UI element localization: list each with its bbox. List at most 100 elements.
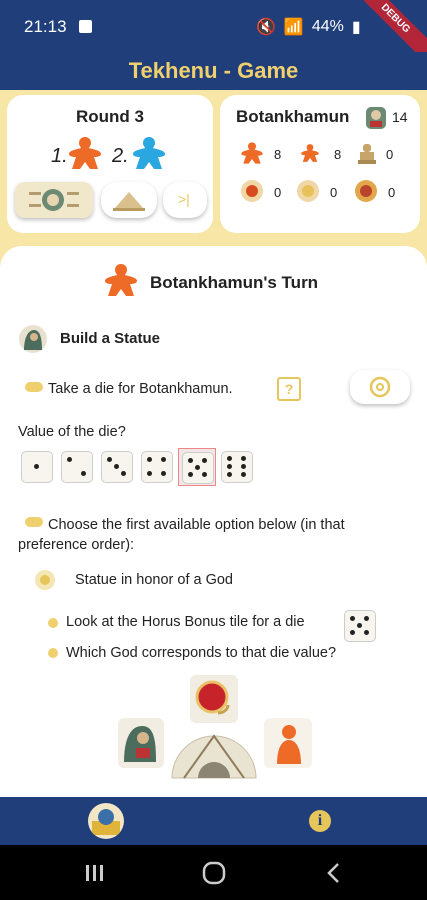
red-token-icon — [241, 180, 263, 202]
second-player-meeple-icon — [133, 137, 165, 169]
pip — [147, 471, 152, 476]
pip — [227, 456, 232, 461]
die-face-icon — [221, 451, 253, 483]
pip — [202, 458, 207, 463]
bottom-nav: i — [0, 797, 427, 845]
pip — [227, 464, 232, 469]
pip — [34, 464, 39, 469]
horus-text: Look at the Horus Bonus tile for a die — [66, 614, 305, 630]
stat-lion-tokens: 0 — [388, 185, 396, 200]
pip — [161, 457, 166, 462]
die-face-icon — [21, 451, 53, 483]
mute-icon: 🔇 — [256, 19, 276, 36]
stat-statues: 0 — [386, 147, 394, 162]
stat-small-meeples: 8 — [334, 147, 342, 162]
orange-statue-icon — [264, 718, 312, 768]
die-option-5[interactable] — [178, 448, 216, 486]
recent-apps-icon[interactable] — [84, 863, 106, 883]
player-avatar-icon — [92, 809, 120, 835]
die-option-2[interactable] — [58, 448, 96, 486]
small-orange-meeple-icon — [301, 144, 319, 162]
die-face-icon — [61, 451, 93, 483]
pip — [114, 464, 119, 469]
status-icons: 🔇 📶 44% ▮ — [256, 17, 361, 37]
die-option-6[interactable] — [218, 448, 256, 486]
lion-token-icon — [355, 180, 377, 202]
horus-bonus-fan-icon — [171, 734, 257, 779]
stat-meeples: 8 — [274, 147, 282, 162]
app-bar: Tekhenu - Game — [0, 52, 427, 90]
battery-text: 44% — [311, 18, 344, 35]
rank-second: 2. — [112, 145, 129, 167]
pip — [107, 457, 112, 462]
pip — [241, 456, 246, 461]
pip — [241, 472, 246, 477]
pip — [161, 471, 166, 476]
pip — [67, 457, 72, 462]
info-button[interactable]: i — [309, 810, 331, 832]
stat-red-tokens: 0 — [274, 185, 282, 200]
bullet-dot-icon — [48, 648, 58, 658]
pip — [202, 472, 207, 477]
option-radio[interactable] — [35, 570, 55, 590]
action-title: Build a Statue — [60, 330, 161, 347]
refresh-icon — [369, 376, 391, 398]
skip-to-end-button[interactable]: >| — [163, 182, 207, 218]
die-face-icon — [101, 451, 133, 483]
bot-meeple-icon — [105, 264, 137, 296]
player-avatar-button[interactable] — [88, 803, 124, 839]
die-face-icon — [182, 452, 214, 484]
system-nav-bar — [0, 845, 427, 900]
take-die-text: Take a die for Botankhamun. — [48, 381, 233, 397]
horus-die-icon — [344, 610, 376, 642]
turn-title: Botankhamun's Turn — [150, 273, 319, 292]
round-title: Round 3 — [76, 107, 144, 126]
help-icon[interactable]: ? — [277, 377, 301, 401]
skip-end-icon: >| — [178, 191, 190, 207]
pip — [188, 472, 193, 477]
gallery-icon — [79, 20, 92, 33]
bot-card: Botankhamun 14 8 8 0 0 0 0 — [220, 95, 420, 233]
bot-avatar-icon — [366, 107, 386, 129]
pip — [121, 471, 126, 476]
rank-first: 1. — [51, 145, 68, 167]
pip — [188, 458, 193, 463]
choose-text: Choose the first available option below … — [18, 517, 345, 553]
back-icon[interactable] — [326, 862, 342, 884]
sun-token-icon — [297, 180, 319, 202]
status-bar: 21:13 🔇 📶 44% ▮ DEBUG — [0, 0, 427, 68]
wifi-icon: 📶 — [283, 19, 304, 36]
die-option-3[interactable] — [98, 448, 136, 486]
die-face-icon — [141, 451, 173, 483]
clock: 21:13 — [24, 17, 67, 36]
god-text: Which God corresponds to that die value? — [66, 645, 337, 661]
first-player-meeple-icon — [69, 137, 101, 169]
pip — [195, 465, 200, 470]
scarab-tile-button[interactable] — [15, 182, 93, 218]
stat-sun-tokens: 0 — [330, 185, 338, 200]
bullet-icon — [25, 382, 43, 392]
statue-icon — [358, 144, 376, 164]
scarab-tile-icon — [29, 189, 79, 211]
pip — [227, 472, 232, 477]
bot-name: Botankhamun — [236, 107, 350, 126]
bot-score: 14 — [392, 109, 408, 125]
pyramid-tile-button[interactable] — [101, 182, 157, 218]
botankhamun-god-icon — [118, 718, 164, 768]
pip — [147, 457, 152, 462]
home-icon[interactable] — [202, 861, 226, 885]
battery-icon: ▮ — [351, 19, 361, 36]
reroll-button[interactable] — [350, 370, 410, 404]
pip — [81, 471, 86, 476]
round-card: Round 3 1. 2. >| — [7, 95, 213, 233]
botankhamun-portrait-icon — [19, 325, 47, 353]
die-option-1[interactable] — [18, 448, 56, 486]
pip — [241, 464, 246, 469]
bullet-dot-icon — [48, 618, 58, 628]
die-option-4[interactable] — [138, 448, 176, 486]
orange-meeple-icon — [241, 142, 263, 164]
die-question: Value of the die? — [18, 424, 126, 440]
app-title: Tekhenu - Game — [128, 58, 299, 83]
option-label: Statue in honor of a God — [75, 572, 233, 588]
pyramid-icon — [113, 192, 145, 211]
